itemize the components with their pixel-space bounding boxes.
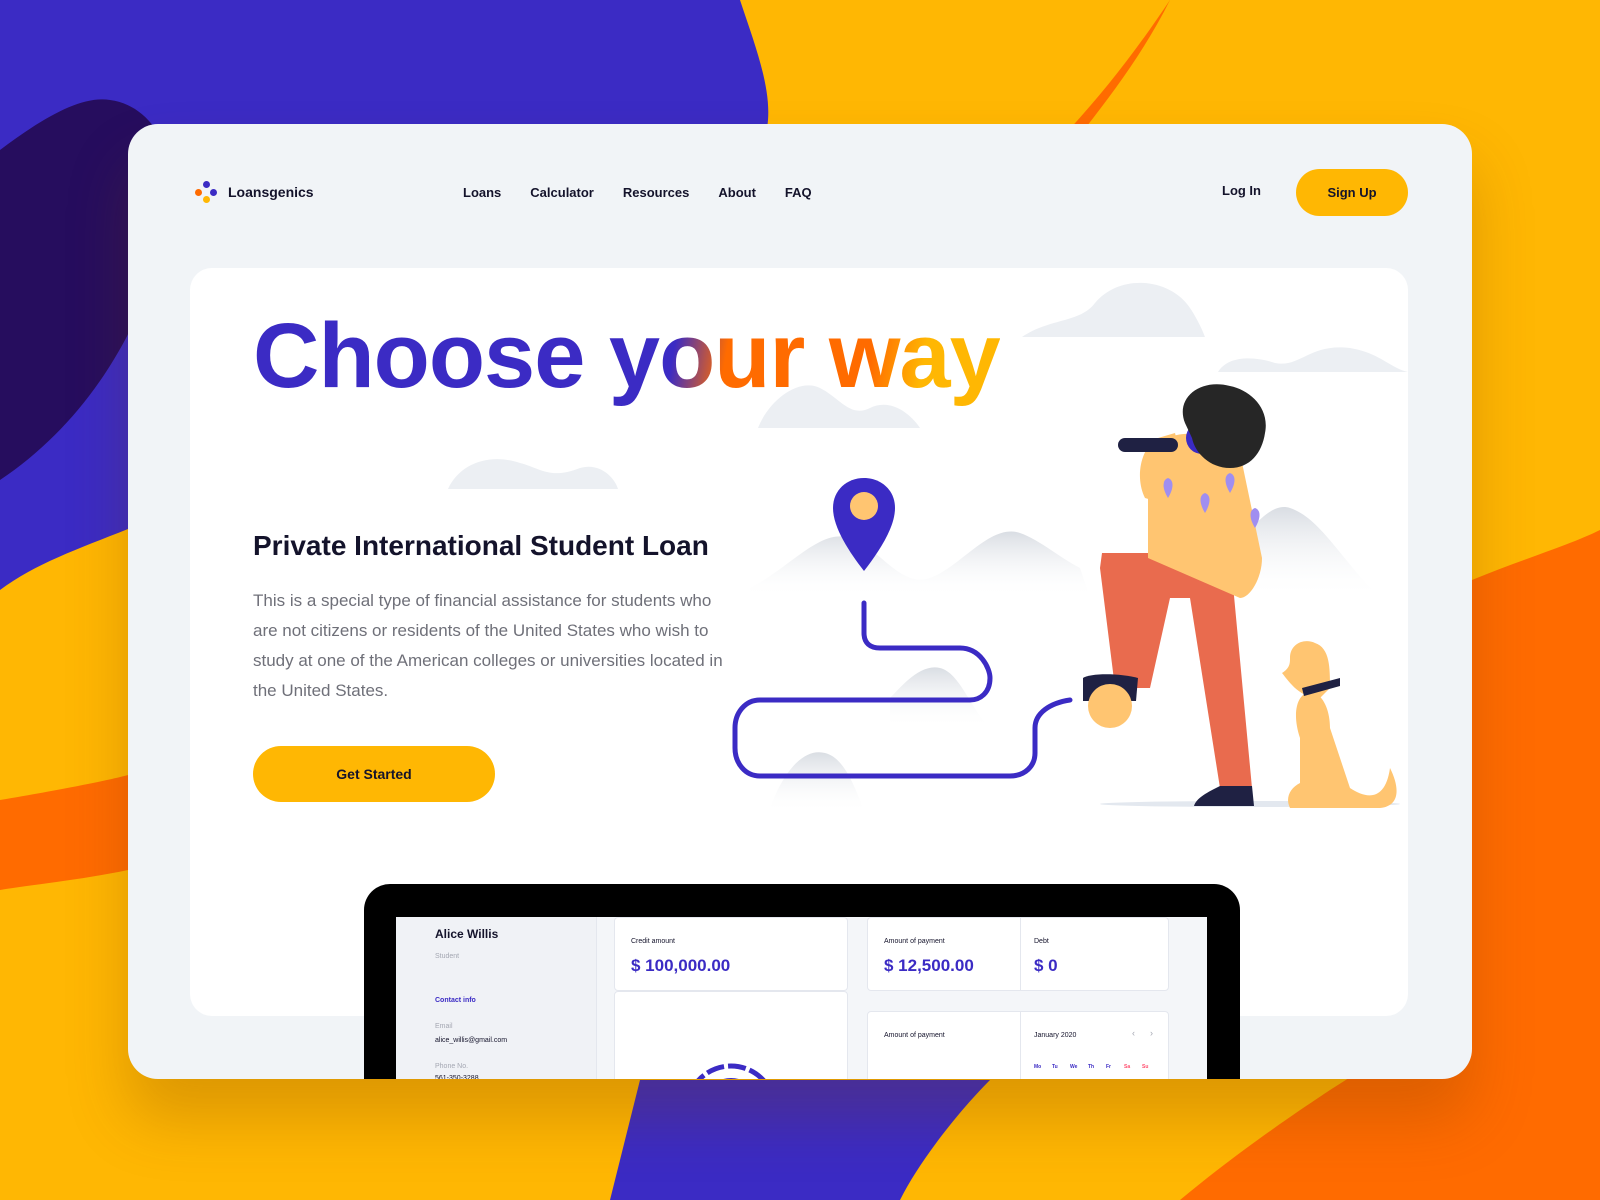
dashboard-screen: Alice Willis Student Contact info Email … [396, 917, 1207, 1079]
phone-value[interactable]: 561-350-3288 [435, 1075, 479, 1079]
credit-value: $ 100,000.00 [631, 956, 731, 975]
nav-faq[interactable]: FAQ [785, 185, 812, 200]
divider [1020, 1012, 1021, 1079]
chevron-left-icon[interactable]: ‹ [1132, 1028, 1135, 1038]
weekday-su: Su [1142, 1064, 1149, 1070]
email-label: Email [435, 1023, 453, 1030]
debt-label: Debt [1034, 938, 1049, 945]
debt-value: $ 0 [1034, 956, 1058, 975]
dots-logo-icon [194, 180, 218, 204]
credit-ring-chart [696, 1063, 766, 1079]
profile-role: Student [435, 953, 460, 960]
payment-value: $ 12,500.00 [884, 956, 974, 975]
logo[interactable]: Loansgenics [194, 180, 314, 204]
weekday-sa: Sa [1124, 1064, 1131, 1070]
login-link[interactable]: Log In [1222, 183, 1261, 198]
dog-illustration [1282, 641, 1397, 808]
nav-about[interactable]: About [718, 185, 756, 200]
weekday-mo: Mo [1034, 1064, 1042, 1070]
phone-label: Phone No. [435, 1063, 469, 1070]
divider [1020, 918, 1021, 990]
profile-panel: Alice Willis Student Contact info Email … [396, 917, 597, 1079]
contact-info-heading: Contact info [435, 997, 476, 1004]
browser-card: Loansgenics Loans Calculator Resources A… [128, 124, 1472, 1079]
main-nav: Loans Calculator Resources About FAQ [463, 185, 841, 200]
nav-resources[interactable]: Resources [623, 185, 689, 200]
brand-name: Loansgenics [228, 184, 314, 200]
weekday-th: Th [1088, 1064, 1095, 1070]
nav-loans[interactable]: Loans [463, 185, 501, 200]
email-value[interactable]: alice_willis@gmail.com [435, 1037, 507, 1044]
calendar-month: January 2020 [1034, 1032, 1077, 1039]
calendar-label: Amount of payment [884, 1032, 945, 1039]
credit-chart-card [614, 991, 848, 1079]
weekday-fr: Fr [1106, 1064, 1111, 1070]
nav-calculator[interactable]: Calculator [530, 185, 594, 200]
payment-stats-card: Amount of payment $ 12,500.00 Debt $ 0 [867, 917, 1169, 991]
chevron-right-icon[interactable]: › [1150, 1028, 1153, 1038]
credit-card: Credit amount $ 100,000.00 [614, 917, 848, 991]
weekday-tu: Tu [1052, 1064, 1058, 1070]
payment-label: Amount of payment [884, 938, 945, 945]
signup-button[interactable]: Sign Up [1296, 169, 1408, 216]
profile-name: Alice Willis [435, 927, 499, 941]
calendar-card: Amount of payment January 2020 ‹ › Mo Tu… [867, 1011, 1169, 1079]
credit-label: Credit amount [631, 938, 675, 945]
laptop-mockup: Alice Willis Student Contact info Email … [364, 884, 1240, 1079]
weekday-we: We [1070, 1064, 1078, 1070]
